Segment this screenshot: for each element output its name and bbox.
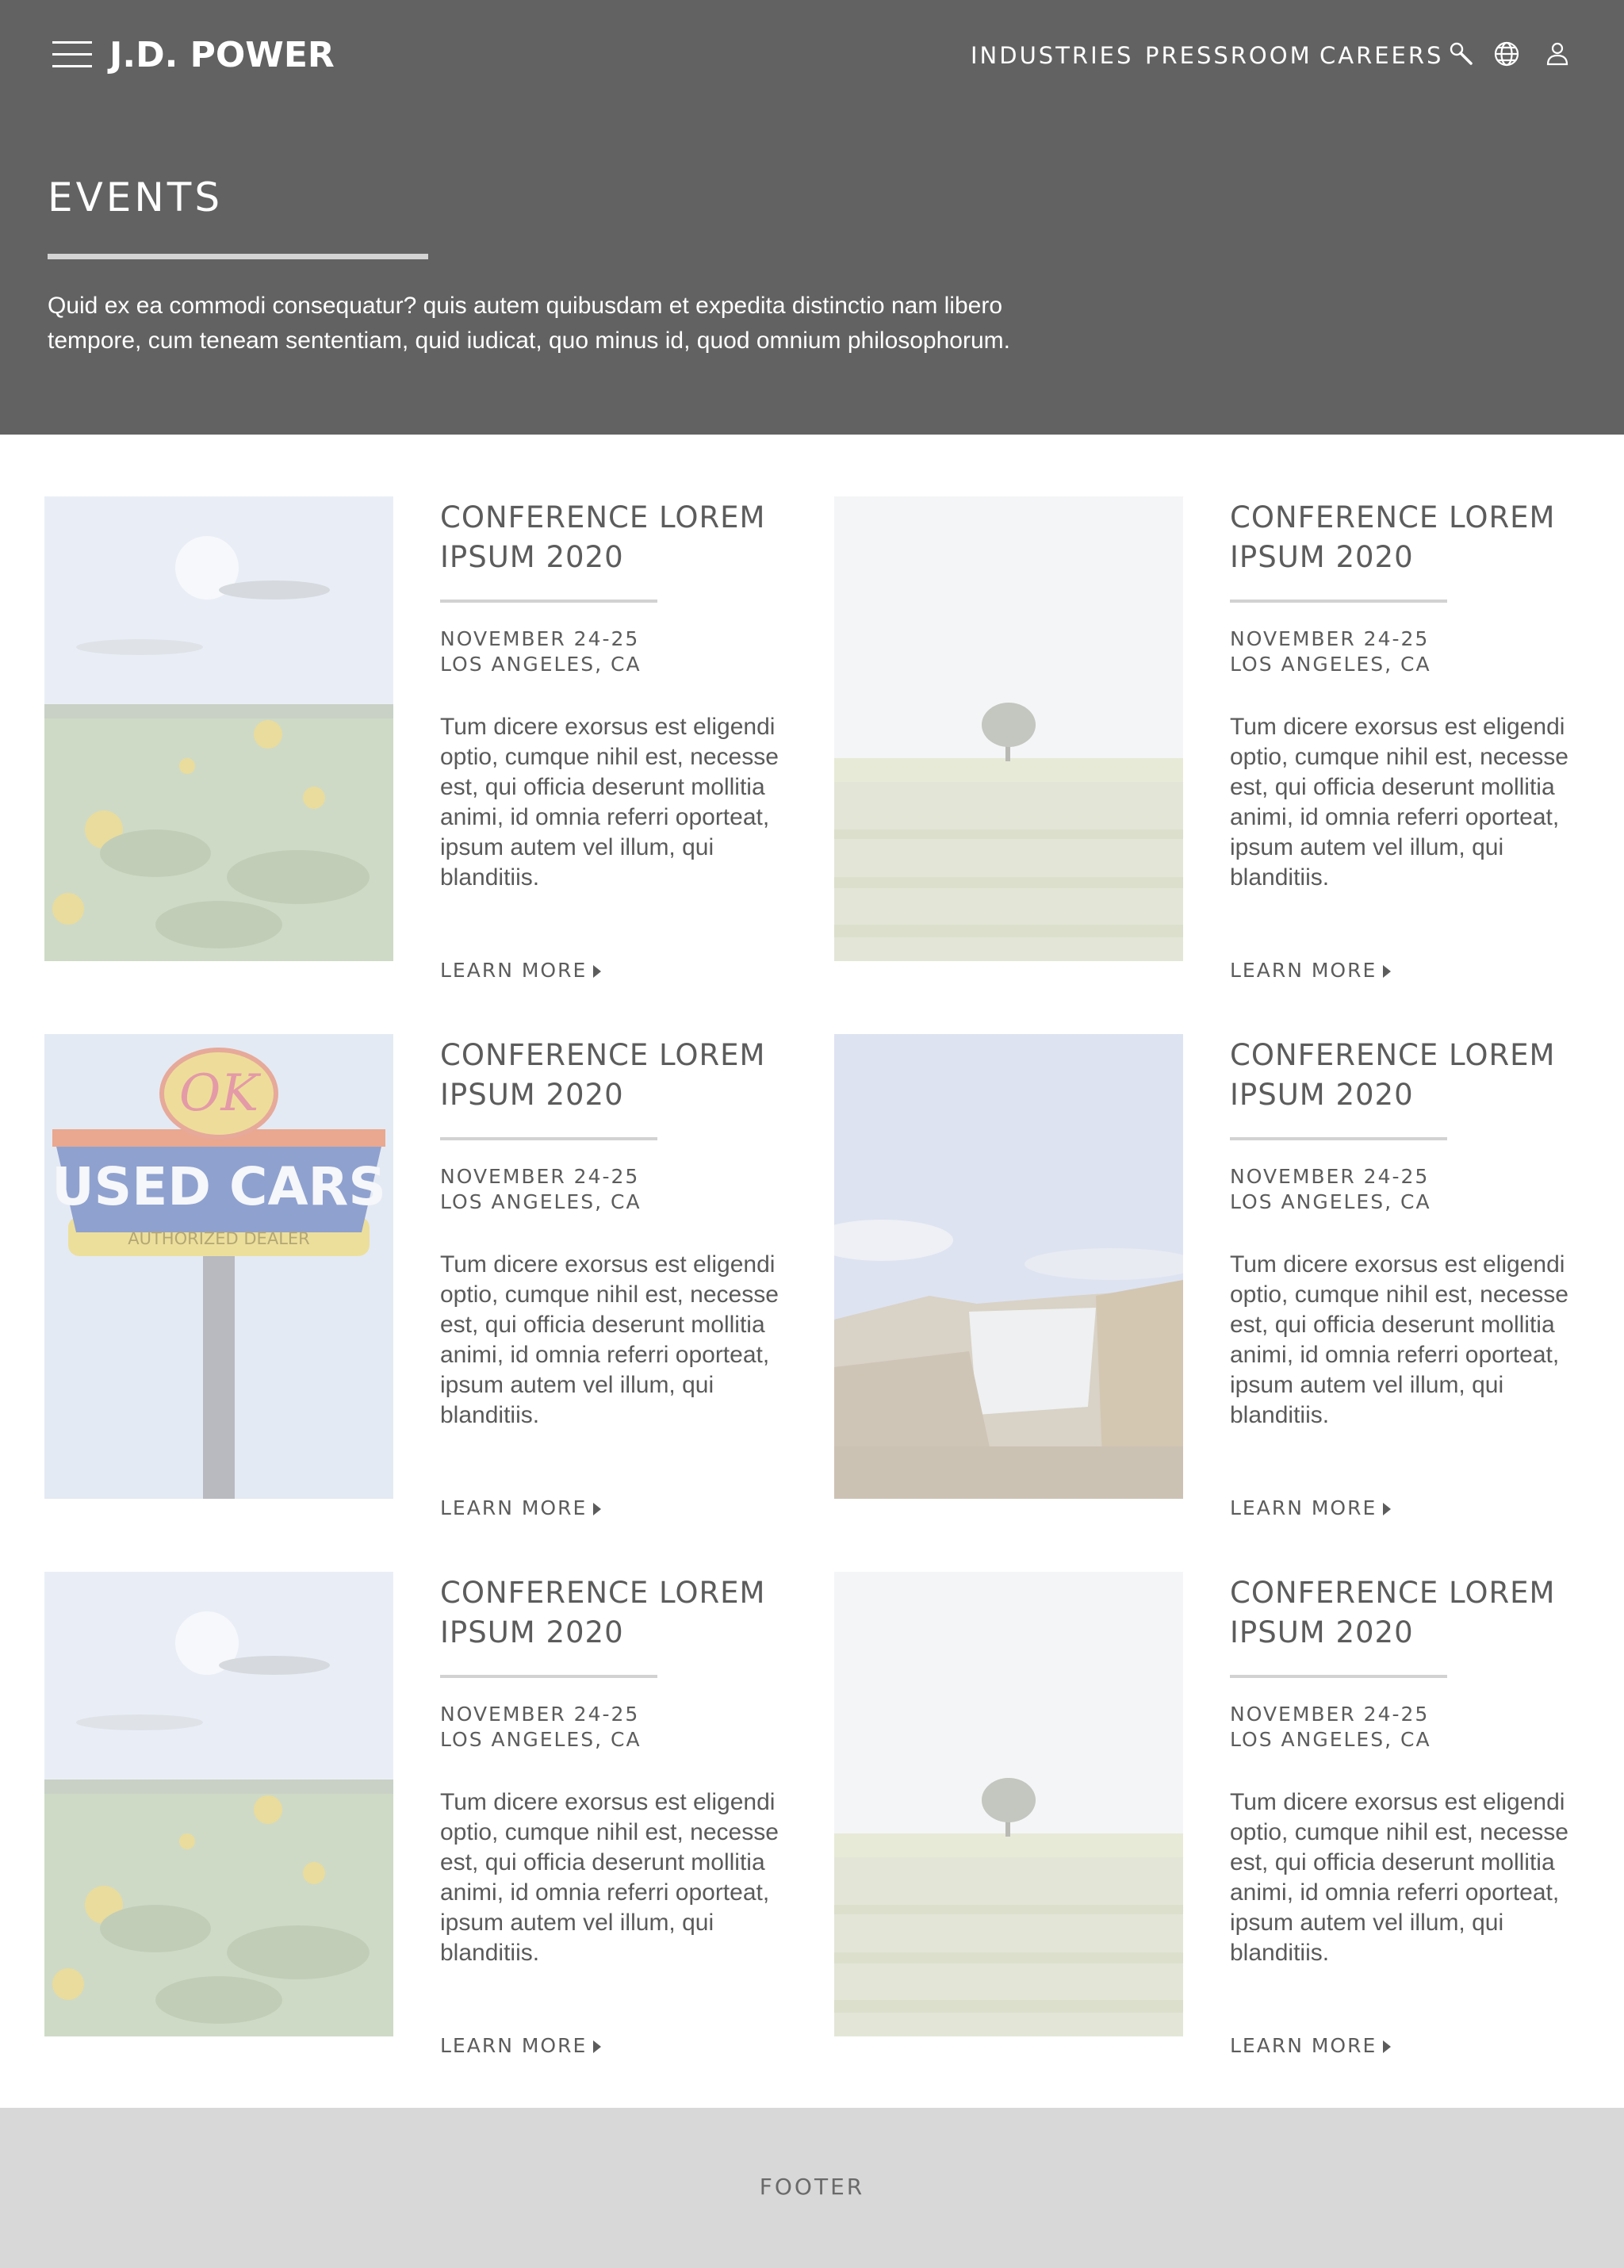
event-image-lone-tree-field[interactable] — [834, 496, 1183, 961]
event-description: Tum dicere exorsus est eligendi optio, c… — [1230, 1251, 1568, 1428]
event-location: LOS ANGELES, CA — [440, 653, 642, 676]
learn-more-label: LEARN MORE — [440, 959, 588, 982]
event-description: Tum dicere exorsus est eligendi optio, c… — [440, 1251, 779, 1428]
event-date: NOVEMBER 24-25 — [440, 1165, 640, 1188]
search-icon[interactable] — [1446, 40, 1475, 68]
event-card: CONFERENCE LOREM IPSUM 2020 NOVEMBER 24-… — [44, 1572, 837, 2057]
sign-bottom-text: AUTHORIZED DEALER — [128, 1229, 310, 1248]
event-divider — [1230, 1675, 1447, 1678]
title-divider — [48, 254, 428, 259]
event-card: CONFERENCE LOREM IPSUM 2020 NOVEMBER 24-… — [44, 496, 837, 982]
nav-careers[interactable]: CAREERS — [1320, 38, 1443, 73]
learn-more-link[interactable]: LEARN MORE — [440, 1496, 602, 1521]
event-image-sunflower-field[interactable] — [44, 1572, 393, 2036]
event-image-lone-tree-field[interactable] — [834, 1572, 1183, 2036]
event-location: LOS ANGELES, CA — [1230, 1190, 1431, 1213]
event-card: OK USED CARS AUTHORIZED DEALER CONFERENC… — [44, 1034, 837, 1519]
page-description: Quid ex ea commodi consequatur? quis aut… — [48, 293, 1010, 354]
event-card: CONFERENCE LOREM IPSUM 2020 NOVEMBER 24-… — [834, 496, 1624, 982]
footer-label: FOOTER — [759, 2174, 865, 2200]
event-image-used-cars-sign[interactable]: OK USED CARS AUTHORIZED DEALER — [44, 1034, 393, 1499]
learn-more-label: LEARN MORE — [1230, 1496, 1377, 1519]
learn-more-label: LEARN MORE — [1230, 959, 1377, 982]
event-title[interactable]: CONFERENCE LOREM IPSUM 2020 — [1230, 496, 1603, 577]
event-title[interactable]: CONFERENCE LOREM IPSUM 2020 — [440, 496, 813, 577]
learn-more-link[interactable]: LEARN MORE — [1230, 1496, 1392, 1521]
event-location: LOS ANGELES, CA — [440, 1190, 642, 1213]
event-body: CONFERENCE LOREM IPSUM 2020 NOVEMBER 24-… — [440, 1034, 813, 1431]
event-title[interactable]: CONFERENCE LOREM IPSUM 2020 — [1230, 1034, 1603, 1115]
learn-more-link[interactable]: LEARN MORE — [1230, 2033, 1392, 2059]
hero-header: J.D. POWER INDUSTRIES PRESSROOM CAREERS … — [0, 0, 1624, 435]
caret-right-icon — [593, 2040, 602, 2053]
caret-right-icon — [1383, 2040, 1392, 2053]
learn-more-label: LEARN MORE — [440, 1496, 588, 1519]
event-date: NOVEMBER 24-25 — [440, 627, 640, 650]
sign-top-text: OK — [179, 1064, 261, 1123]
page-title: EVENTS — [48, 174, 224, 220]
caret-right-icon — [593, 1503, 602, 1515]
event-card: CONFERENCE LOREM IPSUM 2020 NOVEMBER 24-… — [834, 1572, 1624, 2057]
event-divider — [440, 1137, 657, 1140]
event-date: NOVEMBER 24-25 — [1230, 1165, 1430, 1188]
event-location: LOS ANGELES, CA — [1230, 1728, 1431, 1751]
globe-icon[interactable] — [1492, 40, 1521, 68]
learn-more-label: LEARN MORE — [1230, 2034, 1377, 2057]
nav-industries[interactable]: INDUSTRIES — [971, 38, 1133, 73]
event-divider — [440, 1675, 657, 1678]
event-date: NOVEMBER 24-25 — [1230, 627, 1430, 650]
event-date: NOVEMBER 24-25 — [1230, 1703, 1430, 1726]
events-grid: CONFERENCE LOREM IPSUM 2020 NOVEMBER 24-… — [0, 435, 1624, 2108]
event-title[interactable]: CONFERENCE LOREM IPSUM 2020 — [1230, 1572, 1603, 1653]
event-card: CONFERENCE LOREM IPSUM 2020 NOVEMBER 24-… — [834, 1034, 1624, 1519]
top-nav: INDUSTRIES PRESSROOM CAREERS — [0, 38, 1624, 73]
event-date: NOVEMBER 24-25 — [440, 1703, 640, 1726]
event-divider — [440, 600, 657, 603]
learn-more-link[interactable]: LEARN MORE — [440, 958, 602, 983]
event-body: CONFERENCE LOREM IPSUM 2020 NOVEMBER 24-… — [1230, 496, 1603, 893]
user-icon[interactable] — [1543, 40, 1572, 68]
event-divider — [1230, 600, 1447, 603]
event-body: CONFERENCE LOREM IPSUM 2020 NOVEMBER 24-… — [1230, 1572, 1603, 1968]
caret-right-icon — [1383, 965, 1392, 978]
event-image-sunflower-field[interactable] — [44, 496, 393, 961]
caret-right-icon — [1383, 1503, 1392, 1515]
event-location: LOS ANGELES, CA — [440, 1728, 642, 1751]
learn-more-link[interactable]: LEARN MORE — [440, 2033, 602, 2059]
footer: FOOTER — [0, 2108, 1624, 2268]
event-description: Tum dicere exorsus est eligendi optio, c… — [1230, 1789, 1568, 1966]
event-divider — [1230, 1137, 1447, 1140]
nav-pressroom[interactable]: PRESSROOM — [1145, 38, 1312, 73]
event-title[interactable]: CONFERENCE LOREM IPSUM 2020 — [440, 1572, 813, 1653]
learn-more-link[interactable]: LEARN MORE — [1230, 958, 1392, 983]
event-location: LOS ANGELES, CA — [1230, 653, 1431, 676]
caret-right-icon — [593, 965, 602, 978]
event-title[interactable]: CONFERENCE LOREM IPSUM 2020 — [440, 1034, 813, 1115]
event-body: CONFERENCE LOREM IPSUM 2020 NOVEMBER 24-… — [1230, 1034, 1603, 1431]
learn-more-label: LEARN MORE — [440, 2034, 588, 2057]
sign-main-text: USED CARS — [52, 1156, 386, 1217]
event-image-waterfall-cliff[interactable] — [834, 1034, 1183, 1499]
event-body: CONFERENCE LOREM IPSUM 2020 NOVEMBER 24-… — [440, 496, 813, 893]
event-description: Tum dicere exorsus est eligendi optio, c… — [1230, 714, 1568, 891]
event-description: Tum dicere exorsus est eligendi optio, c… — [440, 1789, 779, 1966]
event-description: Tum dicere exorsus est eligendi optio, c… — [440, 714, 779, 891]
event-body: CONFERENCE LOREM IPSUM 2020 NOVEMBER 24-… — [440, 1572, 813, 1968]
